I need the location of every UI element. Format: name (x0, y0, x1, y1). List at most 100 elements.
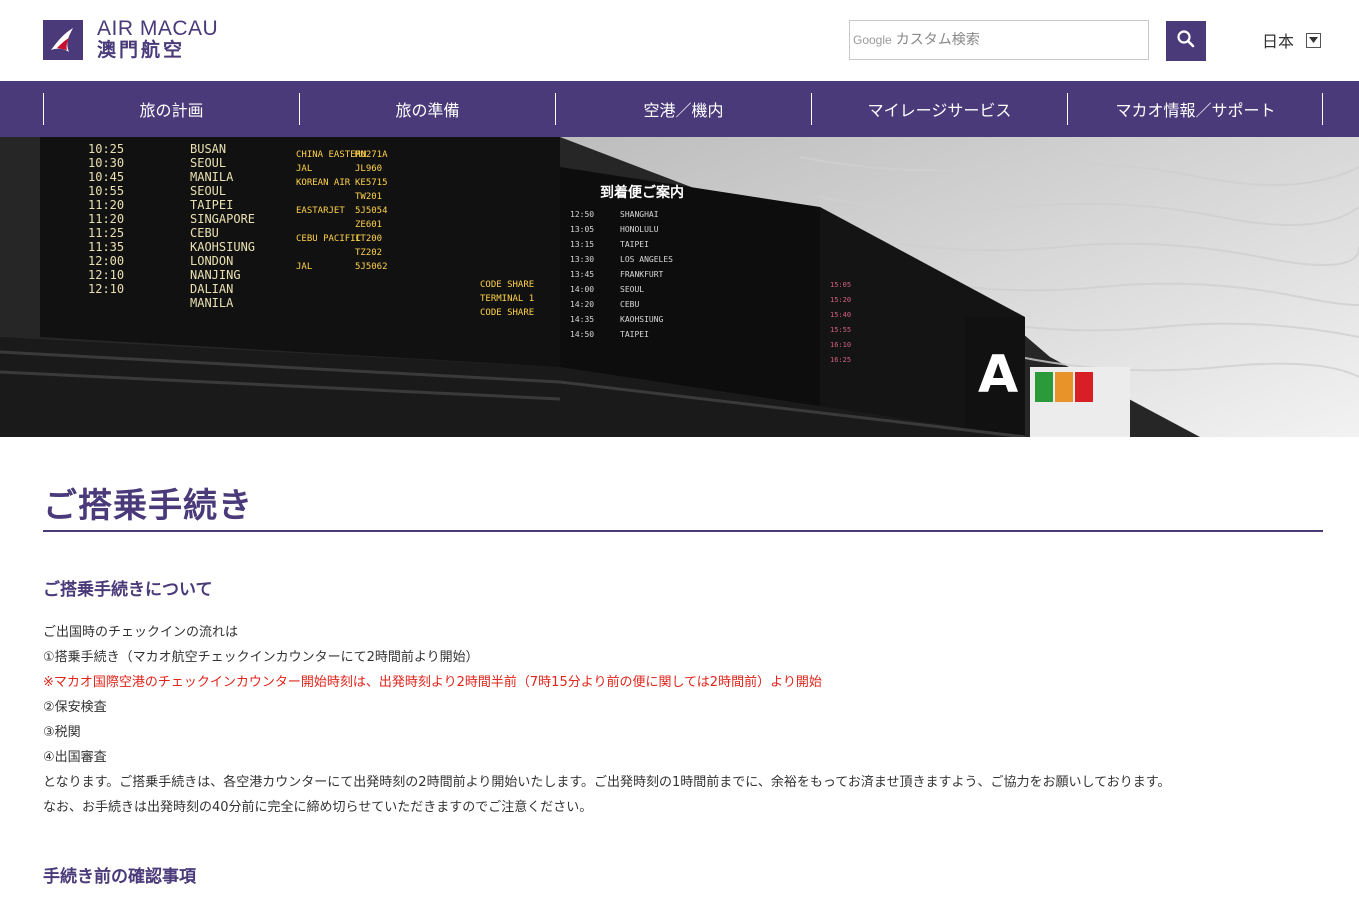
svg-text:TAIPEI: TAIPEI (620, 240, 649, 249)
section-heading-boarding-procedure: ご搭乗手続きについて (43, 580, 213, 600)
svg-text:ZE601: ZE601 (355, 220, 382, 230)
svg-text:15:55: 15:55 (830, 326, 851, 334)
text-line: ④出国審査 (43, 750, 107, 765)
text-line: なお、お手続きは出発時刻の40分前に完全に締め切らせていただきますのでご注意くだ… (43, 800, 593, 815)
text-line: ①搭乗手続き（マカオ航空チェックインカウンターにて2時間前より開始） (43, 650, 479, 665)
svg-text:SINGAPORE: SINGAPORE (190, 212, 255, 226)
language-selector[interactable]: 日本 (1262, 28, 1322, 52)
svg-text:16:10: 16:10 (830, 341, 851, 349)
svg-text:15:20: 15:20 (830, 296, 851, 304)
svg-text:DALIAN: DALIAN (190, 282, 233, 296)
search-field[interactable]: Google (849, 20, 1149, 60)
svg-text:IT200: IT200 (355, 234, 382, 244)
language-label: 日本 (1262, 32, 1295, 51)
svg-text:13:45: 13:45 (570, 270, 594, 279)
nav-label: 旅の計画 (139, 101, 204, 120)
svg-text:14:00: 14:00 (570, 285, 594, 294)
svg-text:TZ202: TZ202 (355, 248, 382, 258)
airport-board-illustration: 10:2510:3010:45 10:5511:2011:20 11:2511:… (0, 137, 1359, 437)
nav-item-airport-inflight[interactable]: 空港／機内 (555, 93, 811, 125)
svg-text:TAIPEI: TAIPEI (190, 198, 233, 212)
svg-text:JAL: JAL (296, 164, 312, 174)
nav-label: マカオ情報／サポート (1115, 101, 1276, 120)
air-macau-logo[interactable]: AIR MACAU 澳門航空 (43, 18, 218, 61)
svg-text:MANILA: MANILA (190, 296, 234, 310)
svg-text:CEBU: CEBU (190, 226, 219, 240)
text-line: となります。ご搭乗手続きは、各空港カウンターにて出発時刻の2時間前より開始いたし… (43, 775, 1171, 790)
page-title: ご搭乗手続き (43, 486, 253, 526)
svg-text:14:35: 14:35 (570, 315, 594, 324)
svg-text:SHANGHAI: SHANGHAI (620, 210, 659, 219)
svg-text:12:00: 12:00 (88, 254, 124, 268)
svg-text:CEBU PACIFIC: CEBU PACIFIC (296, 234, 361, 244)
svg-text:CODE SHARE: CODE SHARE (480, 308, 534, 318)
title-divider (43, 530, 1323, 532)
svg-text:14:20: 14:20 (570, 300, 594, 309)
google-label: Google (853, 33, 892, 47)
svg-text:KE5715: KE5715 (355, 178, 388, 188)
svg-text:KAOHSIUNG: KAOHSIUNG (620, 315, 664, 324)
svg-text:11:20: 11:20 (88, 198, 124, 212)
svg-text:16:25: 16:25 (830, 356, 851, 364)
nav-label: マイレージサービス (867, 101, 1012, 120)
nav-item-travel-planning[interactable]: 旅の計画 (43, 93, 299, 125)
search-input[interactable] (895, 32, 1126, 48)
svg-text:10:30: 10:30 (88, 156, 124, 170)
svg-text:LOS ANGELES: LOS ANGELES (620, 255, 673, 264)
svg-text:KAOHSIUNG: KAOHSIUNG (190, 240, 255, 254)
svg-text:KOREAN AIR: KOREAN AIR (296, 178, 351, 188)
nav-divider (1322, 93, 1323, 125)
svg-text:14:50: 14:50 (570, 330, 594, 339)
nav-item-macau-info-support[interactable]: マカオ情報／サポート (1067, 93, 1323, 125)
svg-text:10:55: 10:55 (88, 184, 124, 198)
svg-text:11:35: 11:35 (88, 240, 124, 254)
logo-text-cn: 澳門航空 (97, 39, 186, 61)
svg-text:CODE SHARE: CODE SHARE (480, 280, 534, 290)
svg-text:5J5062: 5J5062 (355, 262, 388, 272)
hero-image: 10:25 10:30 10:45 10:55 11:20 11:20 11:25 11:… (0, 137, 1359, 437)
text-line: ③税関 (43, 725, 81, 740)
nav-item-travel-preparation[interactable]: 旅の準備 (299, 93, 555, 125)
svg-text:13:15: 13:15 (570, 240, 594, 249)
svg-text:11:25: 11:25 (88, 226, 124, 240)
svg-text:NANJING: NANJING (190, 268, 241, 282)
svg-text:TERMINAL 1: TERMINAL 1 (480, 294, 534, 304)
svg-text:13:05: 13:05 (570, 225, 594, 234)
text-line: ②保安検査 (43, 700, 107, 715)
svg-text:12:50: 12:50 (570, 210, 594, 219)
search-icon (1176, 29, 1196, 53)
logo-bird-icon (43, 20, 83, 60)
svg-text:13:30: 13:30 (570, 255, 594, 264)
chevron-down-icon (1306, 32, 1322, 48)
svg-text:JAL: JAL (296, 262, 312, 272)
svg-text:11:20: 11:20 (88, 212, 124, 226)
search-button[interactable] (1166, 21, 1206, 61)
svg-text:BUSAN: BUSAN (190, 142, 226, 156)
svg-text:CEBU: CEBU (620, 300, 639, 309)
svg-text:SEOUL: SEOUL (190, 184, 226, 198)
svg-text:12:10: 12:10 (88, 282, 124, 296)
site-header: AIR MACAU 澳門航空 Google 日本 (0, 0, 1359, 81)
svg-text:15:40: 15:40 (830, 311, 851, 319)
svg-text:10:25: 10:25 (88, 142, 124, 156)
nav-label: 旅の準備 (395, 101, 460, 120)
svg-text:12:10: 12:10 (88, 268, 124, 282)
svg-text:MANILA: MANILA (190, 170, 234, 184)
svg-text:SEOUL: SEOUL (620, 285, 644, 294)
nav-label: 空港／機内 (643, 101, 724, 120)
svg-text:10:45: 10:45 (88, 170, 124, 184)
svg-text:JL960: JL960 (355, 164, 382, 174)
svg-text:LONDON: LONDON (190, 254, 233, 268)
text-line: ご出国時のチェックインの流れは (43, 625, 239, 640)
gate-letter: A (978, 345, 1018, 405)
svg-text:MU271A: MU271A (355, 150, 388, 160)
boarding-procedure-text: ご出国時のチェックインの流れは ①搭乗手続き（マカオ航空チェックインカウンターに… (43, 620, 1323, 820)
main-nav: 旅の計画 旅の準備 空港／機内 マイレージサービス マカオ情報／サポート (0, 81, 1359, 137)
checkin-notice: ※マカオ国際空港のチェックインカウンター開始時刻は、出発時刻より2時間半前（7時… (43, 675, 822, 690)
svg-text:15:05: 15:05 (830, 281, 851, 289)
svg-text:TW201: TW201 (355, 192, 382, 202)
board-title: 到着便ご案内 (600, 184, 684, 201)
nav-item-mileage-service[interactable]: マイレージサービス (811, 93, 1067, 125)
svg-text:5J5054: 5J5054 (355, 206, 388, 216)
svg-text:TAIPEI: TAIPEI (620, 330, 649, 339)
